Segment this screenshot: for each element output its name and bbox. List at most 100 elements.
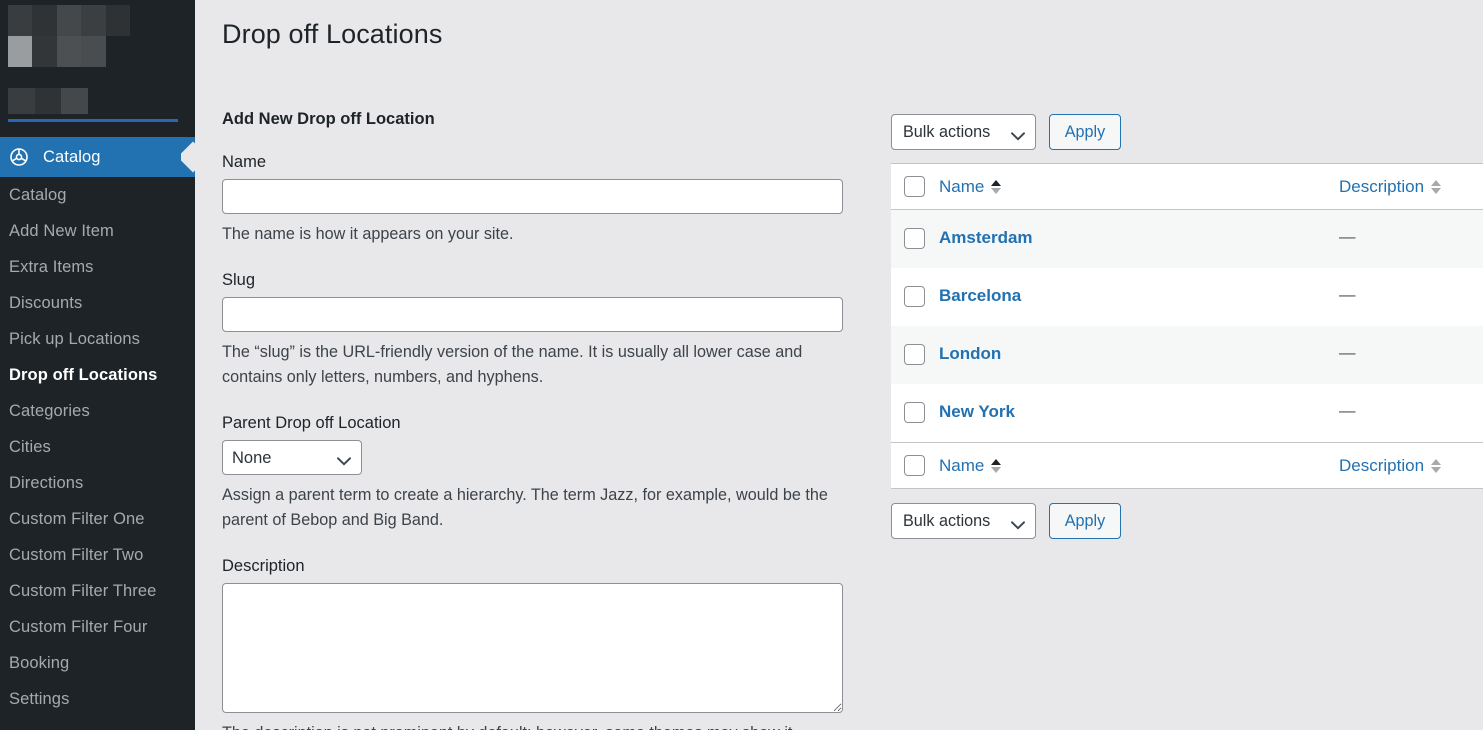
- row-description-value: —: [1339, 286, 1356, 304]
- row-name-cell: Barcelona: [939, 268, 1339, 326]
- sidebar-item-label: Custom Filter Two: [9, 546, 144, 564]
- add-term-form: Add New Drop off Location Name The name …: [222, 110, 877, 730]
- apply-button-bottom[interactable]: Apply: [1049, 503, 1121, 539]
- row-select-cell: [891, 268, 939, 326]
- sidebar-item-custom-filter-four[interactable]: Custom Filter Four: [0, 609, 195, 645]
- sidebar-item-custom-filter-one[interactable]: Custom Filter One: [0, 501, 195, 537]
- parent-select-wrapper: None: [222, 440, 362, 475]
- sidebar-item-drop-off-locations[interactable]: Drop off Locations: [0, 357, 195, 393]
- sidebar-item-extra-items[interactable]: Extra Items: [0, 249, 195, 285]
- row-description-value: —: [1339, 402, 1356, 420]
- description-textarea[interactable]: [222, 583, 843, 713]
- select-all-header-bottom: [891, 442, 939, 489]
- sort-desc-caret-icon: [1431, 466, 1442, 473]
- slug-label: Slug: [222, 271, 256, 289]
- table-row: Barcelona —: [891, 268, 1483, 326]
- sidebar-item-add-new-item[interactable]: Add New Item: [0, 213, 195, 249]
- name-input[interactable]: [222, 179, 843, 214]
- row-description-value: —: [1339, 344, 1356, 362]
- row-checkbox[interactable]: [904, 286, 925, 307]
- slug-input[interactable]: [222, 297, 843, 332]
- redacted-menu-block-middle: [8, 88, 88, 114]
- description-column-header-bottom: Description: [1339, 442, 1483, 489]
- table-row: Amsterdam —: [891, 209, 1483, 268]
- row-name-link[interactable]: London: [939, 344, 1001, 363]
- sidebar-item-pick-up-locations[interactable]: Pick up Locations: [0, 321, 195, 357]
- row-name-cell: Amsterdam: [939, 209, 1339, 268]
- sidebar-item-label: Cities: [9, 438, 51, 456]
- sidebar-item-cities[interactable]: Cities: [0, 429, 195, 465]
- sidebar-item-label: Pick up Locations: [9, 330, 141, 348]
- bulk-actions-select-top[interactable]: Bulk actions: [891, 114, 1036, 150]
- sidebar-item-catalog[interactable]: Catalog: [0, 177, 195, 213]
- bulk-actions-select-bottom[interactable]: Bulk actions: [891, 503, 1036, 539]
- steering-wheel-icon: [9, 147, 29, 167]
- sidebar-submenu: Catalog Add New Item Extra Items Discounts P…: [0, 177, 195, 717]
- sort-arrows-icon: [1431, 179, 1442, 194]
- sidebar-item-custom-filter-three[interactable]: Custom Filter Three: [0, 573, 195, 609]
- sidebar-item-discounts[interactable]: Discounts: [0, 285, 195, 321]
- sidebar-item-label: Discounts: [9, 294, 83, 312]
- select-all-header-top: [891, 163, 939, 210]
- slug-help-text: The “slug” is the URL-friendly version o…: [222, 343, 803, 386]
- row-checkbox[interactable]: [904, 344, 925, 365]
- sidebar-item-categories[interactable]: Categories: [0, 393, 195, 429]
- table-row: London —: [891, 326, 1483, 384]
- sidebar-item-label: Extra Items: [9, 258, 94, 276]
- row-description-value: —: [1339, 228, 1356, 246]
- bulk-actions-bar-top: Bulk actions Apply: [891, 114, 1483, 150]
- redacted-menu-block-top: [8, 5, 130, 67]
- row-name-link[interactable]: Barcelona: [939, 286, 1021, 305]
- row-select-cell: [891, 384, 939, 443]
- sort-by-name-link-top[interactable]: Name: [939, 176, 1002, 197]
- sort-by-description-link-top[interactable]: Description: [1339, 177, 1442, 197]
- parent-select[interactable]: None: [222, 440, 362, 475]
- sidebar-item-settings[interactable]: Settings: [0, 681, 195, 717]
- sort-asc-caret-icon: [991, 458, 1002, 465]
- sort-by-name-link-bottom[interactable]: Name: [939, 456, 1002, 476]
- row-select-cell: [891, 209, 939, 268]
- row-description-cell: —: [1339, 384, 1483, 443]
- parent-label: Parent Drop off Location: [222, 414, 401, 432]
- row-description-cell: —: [1339, 268, 1483, 326]
- sort-desc-caret-icon: [991, 466, 1002, 473]
- row-checkbox[interactable]: [904, 228, 925, 249]
- description-help-text: The description is not prominent by defa…: [222, 721, 847, 730]
- apply-button-top[interactable]: Apply: [1049, 114, 1121, 150]
- sort-arrows-icon: [991, 179, 1002, 194]
- sidebar-item-custom-filter-two[interactable]: Custom Filter Two: [0, 537, 195, 573]
- row-checkbox[interactable]: [904, 402, 925, 423]
- form-heading: Add New Drop off Location: [222, 110, 435, 128]
- sidebar-item-directions[interactable]: Directions: [0, 465, 195, 501]
- name-column-label: Name: [939, 176, 985, 196]
- sort-asc-caret-icon: [1431, 179, 1442, 186]
- select-all-checkbox-bottom[interactable]: [904, 455, 925, 476]
- bulk-actions-select-wrapper-bottom: Bulk actions: [891, 503, 1036, 539]
- bulk-actions-select-wrapper-top: Bulk actions: [891, 114, 1036, 150]
- sidebar-item-booking[interactable]: Booking: [0, 645, 195, 681]
- sort-arrows-icon: [1431, 458, 1442, 473]
- name-column-header-top: Name: [939, 163, 1339, 210]
- select-all-checkbox-top[interactable]: [904, 176, 925, 197]
- sidebar-item-catalog-label: Catalog: [43, 147, 101, 166]
- table-foot: Name Description: [891, 442, 1483, 489]
- sidebar-item-label: Custom Filter Four: [9, 618, 148, 636]
- terms-list-panel: Bulk actions Apply Name Description Amst…: [891, 114, 1483, 539]
- sort-by-description-link-bottom[interactable]: Description: [1339, 456, 1442, 476]
- row-name-link[interactable]: Amsterdam: [939, 228, 1033, 247]
- description-column-header-top: Description: [1339, 163, 1483, 210]
- row-name-link[interactable]: New York: [939, 402, 1015, 421]
- row-description-cell: —: [1339, 209, 1483, 268]
- sidebar-item-label: Catalog: [9, 186, 67, 204]
- admin-sidebar: Catalog Catalog Add New Item Extra Items Di…: [0, 0, 195, 730]
- name-column-header-bottom: Name: [939, 442, 1339, 489]
- sidebar-current-arrow-icon: [181, 137, 195, 177]
- sidebar-item-label: Directions: [9, 474, 84, 492]
- table-body: Amsterdam — Barcelona — London — New York —: [891, 209, 1483, 443]
- page-title: Drop off Locations: [222, 19, 443, 50]
- sidebar-item-catalog[interactable]: Catalog: [0, 137, 195, 177]
- table-header-row: Name Description: [891, 163, 1483, 210]
- name-help-text: The name is how it appears on your site.: [222, 225, 514, 243]
- admin-page: Catalog Catalog Add New Item Extra Items Di…: [0, 0, 1483, 730]
- table-row: New York —: [891, 384, 1483, 443]
